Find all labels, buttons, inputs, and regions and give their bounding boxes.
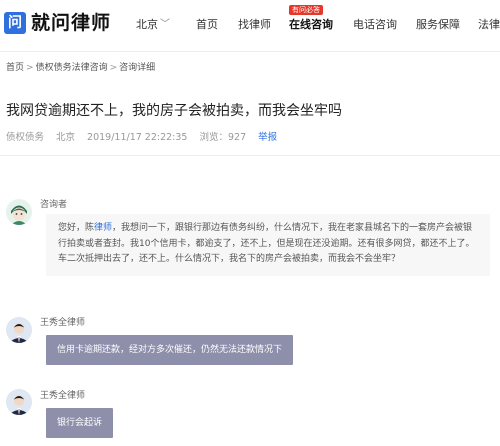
question-city: 北京	[56, 132, 76, 143]
answer-bubble: 信用卡逾期还款，经对方多次催还，仍然无法还款情况下	[46, 335, 294, 365]
report-link[interactable]: 举报	[258, 132, 277, 143]
site-brand[interactable]: 就问律师	[31, 10, 111, 36]
breadcrumb: 首页 > 债权债务法律咨询 > 咨询详细	[6, 62, 155, 74]
nav-online-consult[interactable]: 在线咨询	[289, 18, 333, 32]
breadcrumb-separator: >	[26, 63, 34, 73]
city-selector[interactable]: 北京	[136, 18, 158, 32]
asker-name: 咨询者	[40, 200, 68, 210]
breadcrumb-category[interactable]: 债权债务法律咨询	[36, 63, 108, 73]
top-header: 问 就问律师 北京 ﹀ 首页 找律师 有问必答 在线咨询 电话咨询 服务保障 法…	[0, 0, 500, 52]
question-title: 我网贷逾期还不上，我的房子会被拍卖，而我会坐牢吗	[6, 103, 342, 119]
breadcrumb-current: 咨询详细	[119, 63, 156, 73]
nav-find-lawyer[interactable]: 找律师	[238, 18, 271, 32]
question-meta: 债权债务 北京 2019/11/17 22:22:35 浏览：927 举报	[6, 132, 289, 144]
nav-badge: 有问必答	[289, 5, 323, 15]
nav-phone-consult[interactable]: 电话咨询	[353, 18, 397, 32]
answer-bubble: 银行会起诉	[46, 408, 114, 438]
lawyer-name[interactable]: 王秀全律师	[40, 390, 85, 402]
lawyer-name[interactable]: 王秀全律师	[40, 317, 85, 329]
nav-service-guarantee[interactable]: 服务保障	[416, 18, 460, 32]
breadcrumb-separator: >	[109, 63, 118, 73]
question-datetime: 2019/11/17 22:22:35	[87, 132, 188, 143]
question-body: 您好，陈律师，我想问一下，跟银行那边有债务纠纷，什么情况下，我在老家县城名下的一…	[46, 214, 490, 276]
asker-avatar-icon	[6, 199, 32, 225]
nav-home[interactable]: 首页	[196, 18, 218, 32]
divider	[0, 155, 500, 156]
question-body-text: ，我想问一下，跟银行那边有债务纠纷，什么情况下，我在老家县城名下的一套房产会被银…	[58, 223, 475, 264]
chevron-down-icon[interactable]: ﹀	[160, 18, 170, 32]
breadcrumb-home[interactable]: 首页	[6, 63, 24, 73]
site-logo-icon[interactable]: 问	[4, 12, 26, 34]
question-views: 浏览：927	[199, 132, 247, 143]
lawyer-avatar-icon[interactable]	[6, 389, 32, 415]
question-category[interactable]: 债权债务	[6, 132, 44, 143]
question-body-highlight[interactable]: 律师	[94, 223, 112, 233]
nav-legal[interactable]: 法律	[478, 18, 500, 32]
question-body-prefix: 您好，陈	[58, 223, 95, 233]
lawyer-avatar-icon[interactable]	[6, 317, 32, 343]
